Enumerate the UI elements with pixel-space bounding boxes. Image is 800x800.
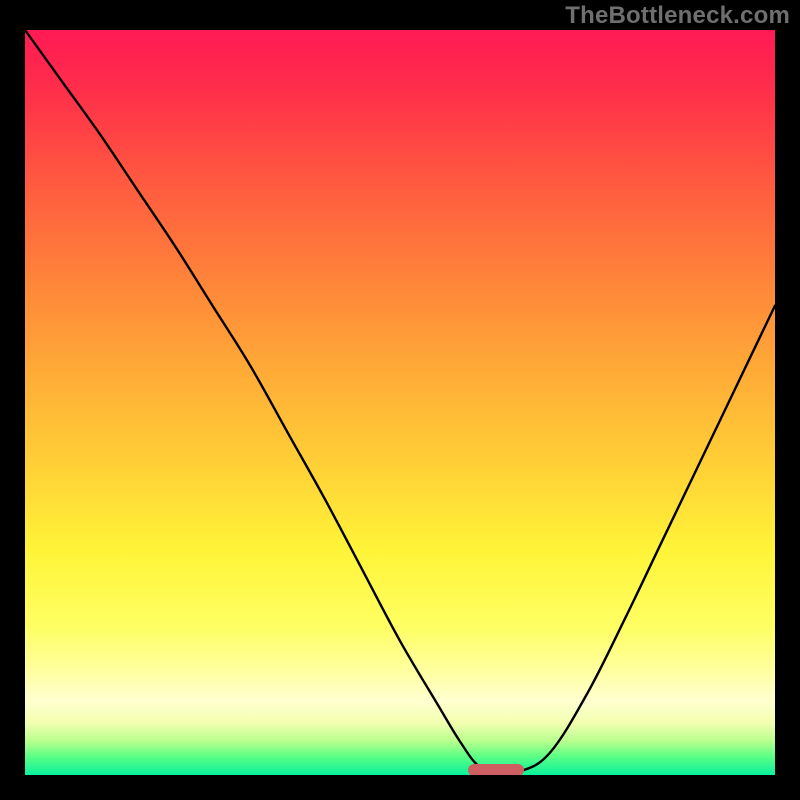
optimum-marker xyxy=(468,764,524,775)
watermark-text: TheBottleneck.com xyxy=(565,2,790,30)
chart-container: TheBottleneck.com xyxy=(0,0,800,800)
plot-area xyxy=(25,30,775,775)
bottleneck-curve xyxy=(25,30,775,775)
